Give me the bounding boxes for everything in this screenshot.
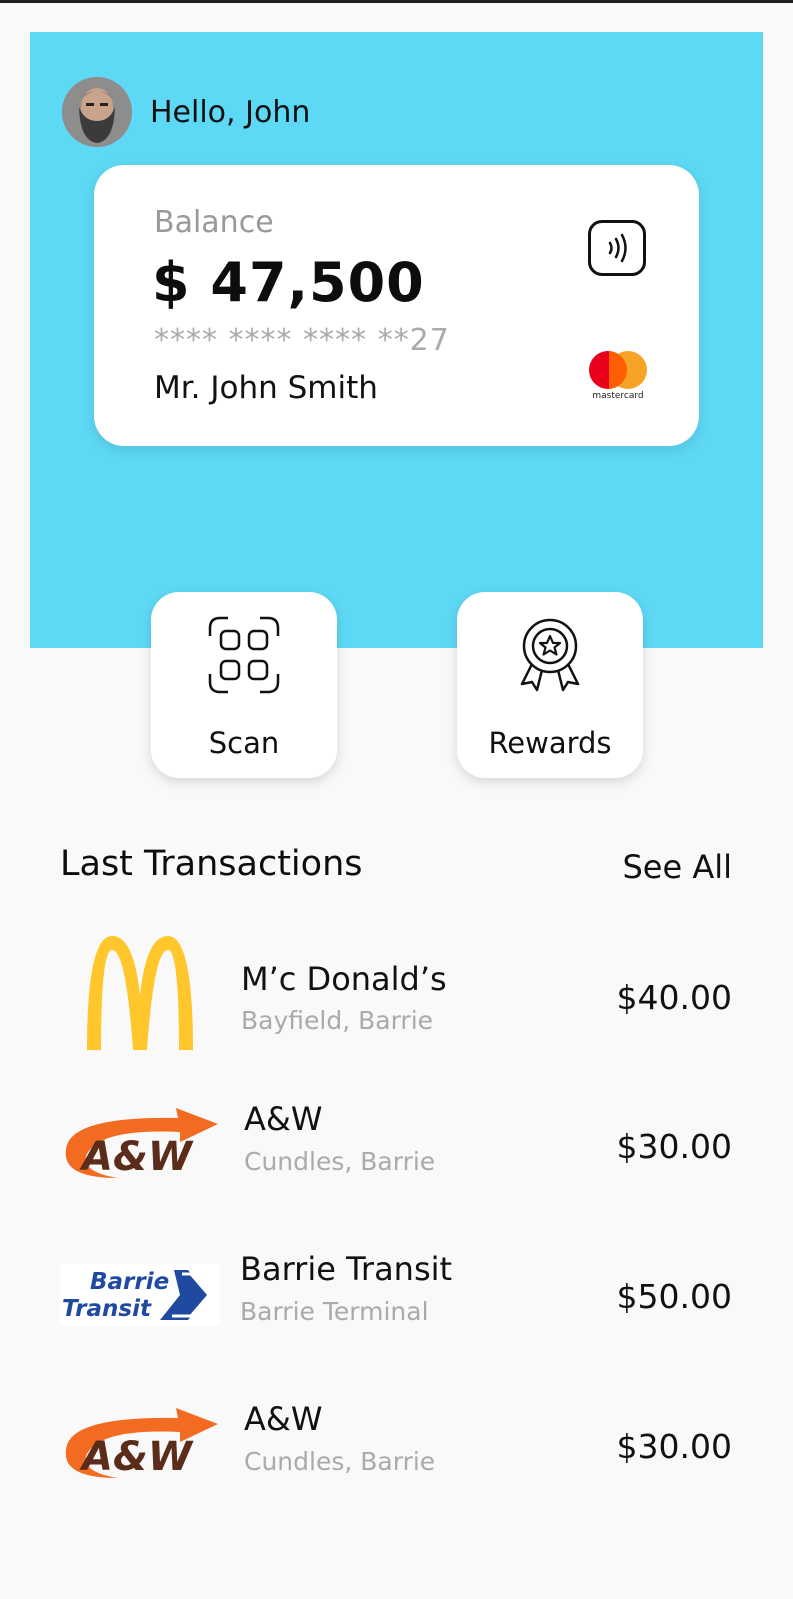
transaction-amount: $30.00	[616, 1427, 732, 1466]
merchant-location: Cundles, Barrie	[244, 1147, 436, 1176]
svg-text:A&W: A&W	[79, 1134, 194, 1180]
scan-icon	[208, 616, 280, 694]
scan-button[interactable]: Scan	[151, 592, 337, 778]
greeting-text: Hello, John	[150, 95, 311, 130]
rewards-label: Rewards	[488, 726, 612, 760]
svg-text:A&W: A&W	[79, 1434, 194, 1480]
transaction-row[interactable]: M’c Donald’s Bayfield, Barrie $40.00	[0, 930, 793, 1050]
mastercard-wordmark: mastercard	[592, 391, 644, 401]
barrie-transit-logo: Barrie Transit	[60, 1264, 220, 1326]
balance-value: $ 47,500	[152, 251, 425, 314]
transaction-amount: $40.00	[616, 978, 732, 1017]
transaction-row[interactable]: A&W A&W Cundles, Barrie $30.00	[0, 1400, 793, 1510]
svg-text:Barrie: Barrie	[90, 1269, 169, 1295]
transaction-row[interactable]: A&W A&W Cundles, Barrie $30.00	[0, 1100, 793, 1210]
contactless-icon	[588, 220, 646, 276]
merchant-name: M’c Donald’s	[241, 960, 447, 998]
aw-logo: A&W	[65, 1108, 218, 1180]
transaction-amount: $30.00	[616, 1127, 732, 1166]
merchant-location: Cundles, Barrie	[244, 1447, 436, 1476]
mcdonalds-logo	[87, 936, 193, 1050]
scan-label: Scan	[208, 726, 280, 760]
merchant-name: A&W	[244, 1400, 323, 1438]
rewards-button[interactable]: Rewards	[457, 592, 643, 778]
section-title: Last Transactions	[60, 844, 363, 884]
transaction-row[interactable]: Barrie Transit Barrie Transit Barrie Ter…	[0, 1250, 793, 1360]
award-icon	[520, 618, 580, 692]
see-all-link[interactable]: See All	[622, 848, 732, 886]
aw-logo: A&W	[65, 1408, 218, 1480]
merchant-location: Barrie Terminal	[240, 1297, 429, 1326]
merchant-name: Barrie Transit	[240, 1250, 453, 1288]
avatar[interactable]	[62, 77, 132, 147]
transaction-amount: $50.00	[616, 1277, 732, 1316]
balance-label: Balance	[154, 205, 274, 240]
avatar-photo	[62, 77, 132, 147]
masked-card-number: **** **** **** **27	[154, 323, 450, 358]
status-divider	[0, 0, 793, 3]
mastercard-logo: mastercard	[586, 351, 650, 403]
svg-text:Transit: Transit	[62, 1296, 152, 1322]
merchant-name: A&W	[244, 1100, 323, 1138]
card-holder-name: Mr. John Smith	[154, 370, 378, 406]
merchant-location: Bayfield, Barrie	[241, 1006, 434, 1035]
balance-card[interactable]: Balance $ 47,500 **** **** **** **27 Mr.…	[94, 165, 699, 446]
